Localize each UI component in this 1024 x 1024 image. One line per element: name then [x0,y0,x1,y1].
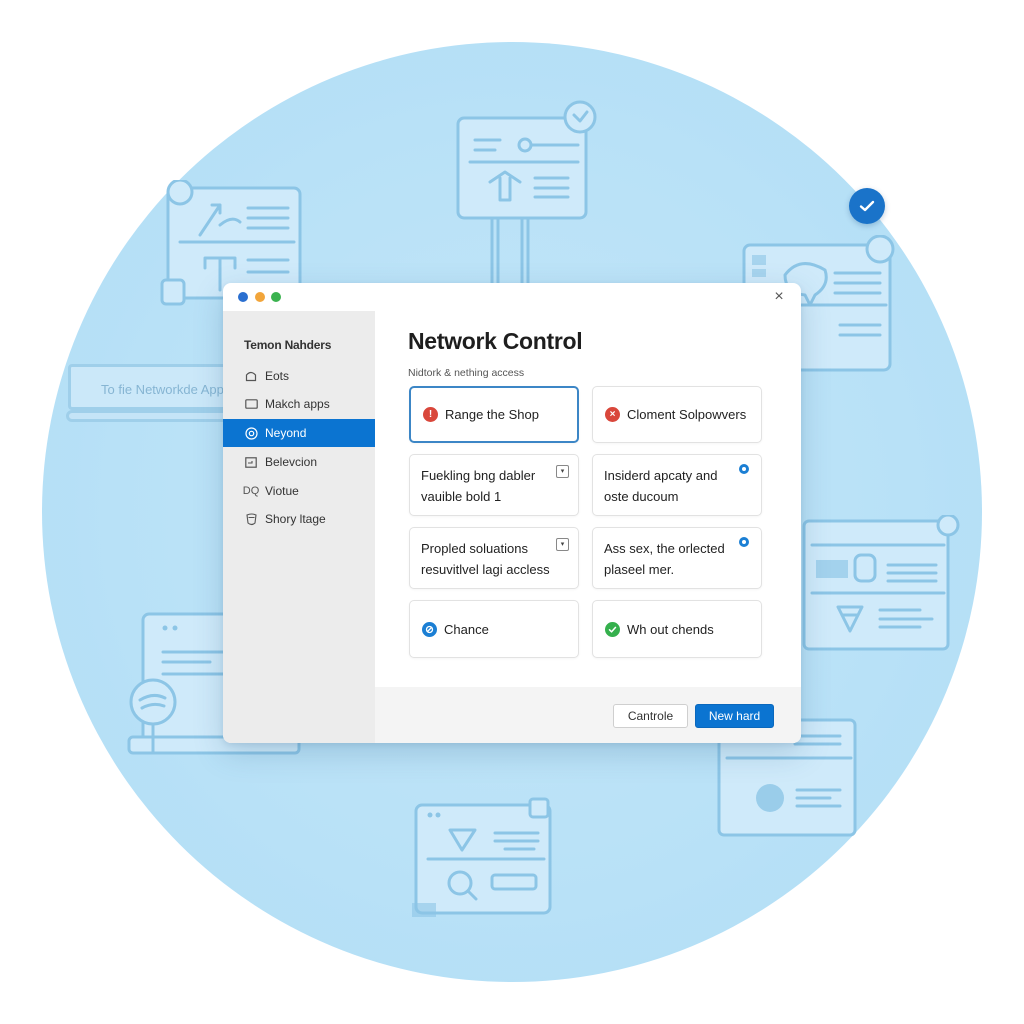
option-card-cloment-solpowvers[interactable]: × Cloment Solpowvers [592,386,762,443]
option-card-line1: Fuekling bng dabler [421,468,536,483]
option-card-wh-out-chends[interactable]: Wh out chends [592,600,762,658]
sidebar-item-makch-apps[interactable]: Makch apps [223,390,375,418]
sidebar-item-shory-ltage[interactable]: Shory ltage [223,505,375,533]
option-card-label: Cloment Solpowvers [627,407,747,422]
option-card-label: Wh out chends [627,621,714,637]
new-hard-button[interactable]: New hard [695,704,774,728]
dialog-footer: Cantrole New hard [375,687,801,743]
radio-icon[interactable] [739,537,749,547]
network-control-window: × Temon Nahders Eots Makch apps Neyond B… [223,283,801,743]
sidebar-item-viotue[interactable]: DQ Viotue [223,477,375,505]
option-card-propled[interactable]: Propled soluations resuvitlvel lagi accl… [409,527,579,589]
page-subtitle: Nidtork & nething access [408,367,525,379]
sidebar-item-belevcion[interactable]: Belevcion [223,448,375,476]
sidebar-title: Temon Nahders [244,338,332,352]
sidebar-item-label: Makch apps [265,397,330,411]
option-card-line2: resuvitlvel lagi accless [421,562,550,577]
background-address-base [66,410,246,422]
success-icon [605,621,620,637]
page-title: Network Control [408,328,583,354]
radio-icon[interactable] [739,464,749,474]
shield-icon [243,512,259,526]
sidebar-item-label: Neyond [265,426,307,440]
close-icon[interactable]: × [771,289,787,305]
background-address-bar: To fie Networkde Apps [68,364,238,410]
warning-icon: ! [423,407,438,422]
sidebar-item-label: Eots [265,369,290,383]
check-badge [849,188,885,224]
title-bar: × [223,283,801,311]
dropdown-icon[interactable]: ▾ [556,538,569,551]
sidebar: Temon Nahders Eots Makch apps Neyond Bel… [223,311,375,743]
option-card-fuekling[interactable]: Fuekling bng dabler vauible bold 1 ▾ [409,454,579,516]
main-content: Network Control Nidtork & nething access… [375,311,801,743]
dq-icon: DQ [242,485,260,497]
option-card-ass-sex[interactable]: Ass sex, the orlected plaseel mer. [592,527,762,589]
check-icon [859,200,875,212]
option-card-line1: Insiderd apcaty and [604,468,718,483]
home-icon [243,370,259,382]
dropdown-icon[interactable]: ▾ [556,465,569,478]
sidebar-item-label: Belevcion [265,455,318,469]
option-card-line1: Ass sex, the orlected [604,541,725,556]
sidebar-item-label: Viotue [265,484,299,498]
sidebar-item-label: Shory ltage [265,512,326,526]
target-icon [243,426,259,440]
error-icon: × [605,407,620,422]
panel-icon [243,456,259,468]
option-card-label: Range the Shop [445,407,539,422]
option-card-line2: vauible bold 1 [421,489,502,504]
option-card-chance[interactable]: Chance [409,600,579,658]
background-address-text: To fie Networkde Apps [101,382,231,397]
option-card-line2: plaseel mer. [604,562,675,577]
info-icon [422,621,437,637]
option-card-line2: oste ducoum [604,489,679,504]
option-card-line1: Propled soluations [421,541,528,556]
background-illustration-shop-panel [800,515,965,670]
sidebar-item-neyond[interactable]: Neyond [223,419,375,447]
background-illustration-search-panel [410,795,560,925]
background-illustration-upload-panel [450,100,610,285]
option-card-range-the-shop[interactable]: ! Range the Shop [409,386,579,443]
window-maximize-dot[interactable] [271,292,281,302]
window-close-dot[interactable] [238,292,248,302]
window-icon [243,399,259,409]
sidebar-item-eots[interactable]: Eots [223,362,375,390]
option-card-label: Chance [444,621,489,637]
option-card-insiderd[interactable]: Insiderd apcaty and oste ducoum [592,454,762,516]
window-minimize-dot[interactable] [255,292,265,302]
cantrole-button[interactable]: Cantrole [613,704,688,728]
